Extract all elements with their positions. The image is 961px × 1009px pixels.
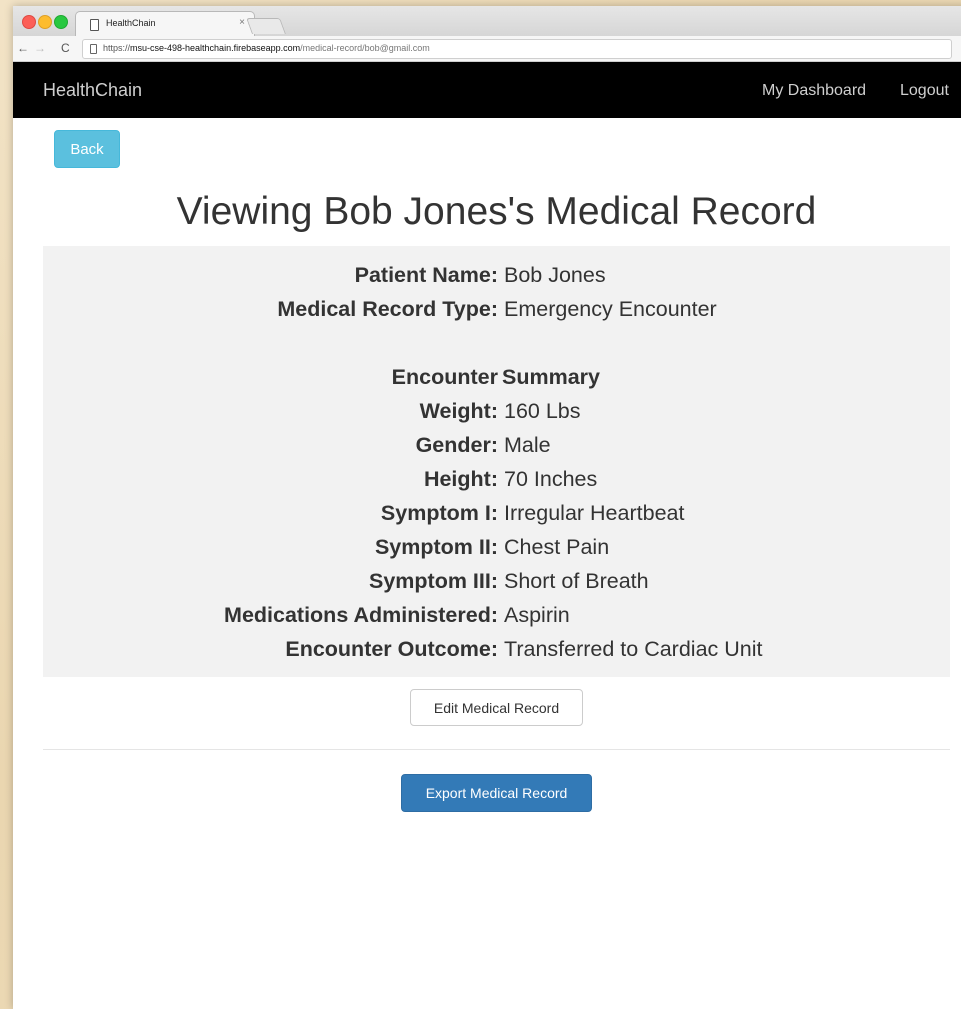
- section-heading-value: Summary: [502, 365, 600, 389]
- medical-record-panel: Patient Name: Bob Jones Medical Record T…: [43, 246, 950, 677]
- browser-window: HealthChain × ← → C https://msu-cse-498-…: [13, 6, 961, 1009]
- field-label: Encounter Outcome:: [285, 637, 498, 661]
- page-icon: [90, 44, 97, 54]
- page-icon: [90, 19, 99, 31]
- address-bar[interactable]: https://msu-cse-498-healthchain.firebase…: [82, 39, 952, 59]
- field-label: Symptom I:: [380, 501, 498, 525]
- field-weight: Weight: 160 Lbs: [43, 396, 950, 426]
- field-label: Medical Record Type:: [277, 297, 498, 321]
- field-value: Male: [504, 433, 551, 457]
- field-value: Transferred to Cardiac Unit: [504, 637, 763, 661]
- close-window-icon[interactable]: [22, 15, 36, 29]
- export-medical-record-button[interactable]: Export Medical Record: [401, 774, 592, 812]
- field-encounter-outcome: Encounter Outcome: Transferred to Cardia…: [43, 634, 950, 664]
- browser-toolbar: ← → C https://msu-cse-498-healthchain.fi…: [13, 36, 961, 62]
- tab-title: HealthChain: [106, 18, 156, 28]
- field-label: Symptom II:: [374, 535, 498, 559]
- app-navbar: HealthChain My Dashboard Logout: [13, 62, 961, 118]
- back-button[interactable]: Back: [54, 130, 120, 168]
- minimize-window-icon[interactable]: [38, 15, 52, 29]
- brand-logo[interactable]: HealthChain: [43, 80, 142, 101]
- edit-medical-record-button[interactable]: Edit Medical Record: [410, 689, 583, 726]
- field-value: Bob Jones: [504, 263, 606, 287]
- new-tab-button[interactable]: [246, 18, 286, 34]
- field-symptom-3: Symptom III: Short of Breath: [43, 566, 950, 596]
- field-value: Emergency Encounter: [504, 297, 717, 321]
- field-value: Irregular Heartbeat: [504, 501, 685, 525]
- field-label: Medications Administered:: [224, 603, 498, 627]
- field-value: 160 Lbs: [504, 399, 581, 423]
- field-symptom-1: Symptom I: Irregular Heartbeat: [43, 498, 950, 528]
- field-label: Weight:: [419, 399, 498, 423]
- field-label: Symptom III:: [368, 569, 498, 593]
- url-text: https://msu-cse-498-healthchain.firebase…: [103, 43, 430, 53]
- url-path: /medical-record/bob@gmail.com: [300, 43, 430, 53]
- page-title: Viewing Bob Jones's Medical Record: [176, 190, 817, 233]
- divider: [43, 749, 950, 750]
- field-value: Short of Breath: [504, 569, 649, 593]
- tab-strip: HealthChain ×: [13, 6, 961, 37]
- nav-my-dashboard[interactable]: My Dashboard: [762, 82, 866, 100]
- encounter-summary-heading: Encounter Summary: [43, 362, 950, 392]
- maximize-window-icon[interactable]: [54, 15, 68, 29]
- field-symptom-2: Symptom II: Chest Pain: [43, 532, 950, 562]
- field-value: Chest Pain: [504, 535, 610, 559]
- field-height: Height: 70 Inches: [43, 464, 950, 494]
- url-host: msu-cse-498-healthchain.firebaseapp.com: [130, 43, 301, 53]
- field-label: Gender:: [415, 433, 498, 457]
- field-patient-name: Patient Name: Bob Jones: [43, 260, 950, 290]
- field-value: Aspirin: [504, 603, 570, 627]
- forward-arrow-icon[interactable]: →: [34, 41, 46, 55]
- reload-icon[interactable]: C: [61, 41, 70, 55]
- field-gender: Gender: Male: [43, 430, 950, 460]
- tab-close-icon[interactable]: ×: [239, 17, 245, 28]
- browser-tab[interactable]: HealthChain ×: [75, 11, 255, 37]
- field-value: 70 Inches: [504, 467, 598, 491]
- field-record-type: Medical Record Type: Emergency Encounter: [43, 294, 950, 324]
- nav-logout[interactable]: Logout: [900, 82, 949, 100]
- field-label: Height:: [423, 467, 498, 491]
- url-scheme: https://: [103, 43, 131, 53]
- section-heading-label: Encounter: [391, 365, 498, 389]
- field-medications: Medications Administered: Aspirin: [43, 600, 950, 630]
- field-label: Patient Name:: [354, 263, 498, 287]
- back-arrow-icon[interactable]: ←: [17, 41, 29, 55]
